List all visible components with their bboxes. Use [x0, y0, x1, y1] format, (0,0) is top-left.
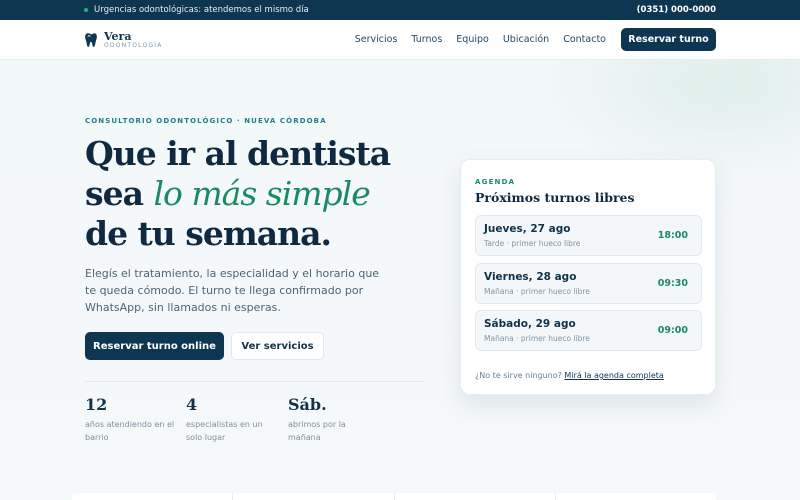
urgent-notice-text: Urgencias odontológicas: atendemos el mi… [94, 5, 309, 15]
next-section-peek [72, 493, 716, 500]
main-navbar: Vera ODONTOLOGÍA Servicios Turnos Equipo… [0, 20, 800, 60]
agenda-footer-text: ¿No te sirve ninguno? [475, 371, 565, 380]
stat-value: Sáb. [288, 395, 327, 414]
slot-time: 09:00 [657, 325, 688, 336]
nav-link-equipo[interactable]: Equipo [456, 34, 489, 45]
brand-logo[interactable]: Vera ODONTOLOGÍA [84, 31, 163, 49]
nav-link-contacto[interactable]: Contacto [563, 34, 606, 45]
headline-line-2-start: sea [85, 174, 154, 213]
nav-link-turnos[interactable]: Turnos [411, 34, 442, 45]
ver-servicios-button[interactable]: Ver servicios [231, 332, 324, 360]
slot-note: Mañana · primer hueco libre [484, 334, 590, 343]
section-tile [72, 493, 234, 500]
nav-menu: Servicios Turnos Equipo Ubicación Contac… [355, 34, 606, 45]
section-tile [395, 493, 556, 500]
stat-value: 4 [186, 395, 198, 414]
slot-time: 09:30 [657, 278, 688, 289]
headline-accent: lo más simple [153, 174, 370, 213]
headline-line-3: de tu semana. [85, 214, 332, 253]
nav-link-servicios[interactable]: Servicios [355, 34, 398, 45]
reservar-turno-button[interactable]: Reservar turno [621, 28, 716, 51]
slot-day: Viernes, 28 ago [484, 271, 577, 283]
slot-note: Mañana · primer hueco libre [484, 287, 590, 296]
section-tile [233, 493, 395, 500]
stat-saturday: Sáb. abrimos por la mañana [288, 395, 378, 444]
agenda-slot[interactable]: Sábado, 29 ago Mañana · primer hueco lib… [475, 310, 702, 351]
agenda-completa-link[interactable]: Mirá la agenda completa [564, 371, 663, 380]
hero-headline: Que ir al dentista sea lo más simple de … [85, 134, 415, 254]
stat-label: años atendiendo en el barrio [85, 420, 175, 442]
headline-line-1: Que ir al dentista [85, 134, 391, 173]
nav-link-ubicacion[interactable]: Ubicación [503, 34, 549, 45]
tooth-icon [85, 32, 97, 47]
agenda-slot[interactable]: Jueves, 27 ago Tarde · primer hueco libr… [475, 215, 702, 256]
status-dot-icon [84, 8, 88, 12]
hero-eyebrow: CONSULTORIO ODONTOLÓGICO · NUEVA CÓRDOBA [85, 117, 327, 125]
slot-day: Sábado, 29 ago [484, 318, 576, 330]
agenda-title: Próximos turnos libres [475, 190, 635, 205]
stat-value: 12 [85, 395, 108, 414]
phone-number-link[interactable]: (0351) 000-0000 [637, 5, 716, 15]
brand-subtitle: ODONTOLOGÍA [104, 41, 163, 49]
section-tile [556, 493, 716, 500]
reservar-online-button[interactable]: Reservar turno online [85, 332, 224, 360]
stats-divider [85, 381, 425, 382]
stat-specialists: 4 especialistas en un solo lugar [186, 395, 276, 444]
stat-years: 12 años atendiendo en el barrio [85, 395, 175, 444]
urgent-notice: Urgencias odontológicas: atendemos el mi… [84, 5, 309, 15]
announcement-bar: Urgencias odontológicas: atendemos el mi… [0, 0, 800, 20]
hero-lead-text: Elegís el tratamiento, la especialidad y… [85, 267, 380, 314]
agenda-eyebrow: AGENDA [475, 178, 516, 186]
agenda-slot[interactable]: Viernes, 28 ago Mañana · primer hueco li… [475, 263, 702, 304]
stat-label: especialistas en un solo lugar [186, 420, 263, 442]
slot-note: Tarde · primer hueco libre [484, 239, 581, 248]
brand-name: Vera [104, 29, 132, 43]
slot-day: Jueves, 27 ago [484, 223, 571, 235]
agenda-card: AGENDA Próximos turnos libres Jueves, 27… [460, 159, 716, 395]
agenda-footer: ¿No te sirve ninguno? Mirá la agenda com… [475, 371, 664, 380]
stat-label: abrimos por la mañana [288, 420, 346, 442]
slot-time: 18:00 [657, 230, 688, 241]
